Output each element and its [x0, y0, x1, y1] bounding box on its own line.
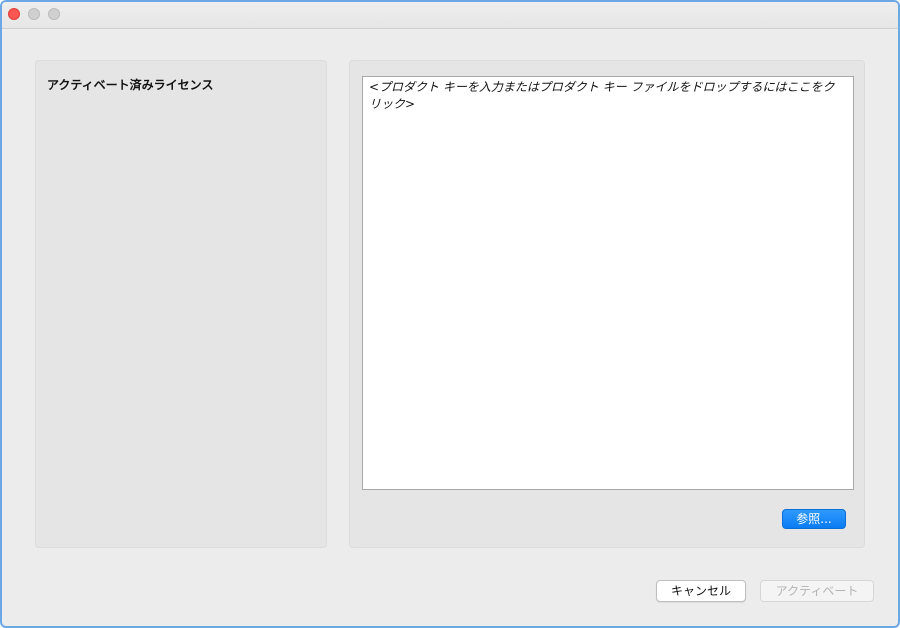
zoom-window-button[interactable]	[48, 8, 60, 20]
activate-button[interactable]: アクティベート	[760, 580, 874, 602]
product-key-panel: <プロダクト キーを入力またはプロダクト キー ファイルをドロップするにはここを…	[349, 60, 865, 548]
activated-licenses-heading: アクティベート済みライセンス	[47, 78, 214, 92]
close-window-button[interactable]	[8, 8, 20, 20]
license-activation-window: アクティベート済みライセンス <プロダクト キーを入力またはプロダクト キー フ…	[0, 0, 900, 628]
title-bar[interactable]	[2, 2, 898, 29]
product-key-placeholder: <プロダクト キーを入力またはプロダクト キー ファイルをドロップするにはここを…	[369, 80, 835, 111]
activated-licenses-panel: アクティベート済みライセンス	[35, 60, 327, 548]
cancel-button[interactable]: キャンセル	[656, 580, 746, 602]
minimize-window-button[interactable]	[28, 8, 40, 20]
browse-button[interactable]: 参照...	[782, 509, 846, 529]
product-key-input[interactable]: <プロダクト キーを入力またはプロダクト キー ファイルをドロップするにはここを…	[362, 76, 854, 490]
